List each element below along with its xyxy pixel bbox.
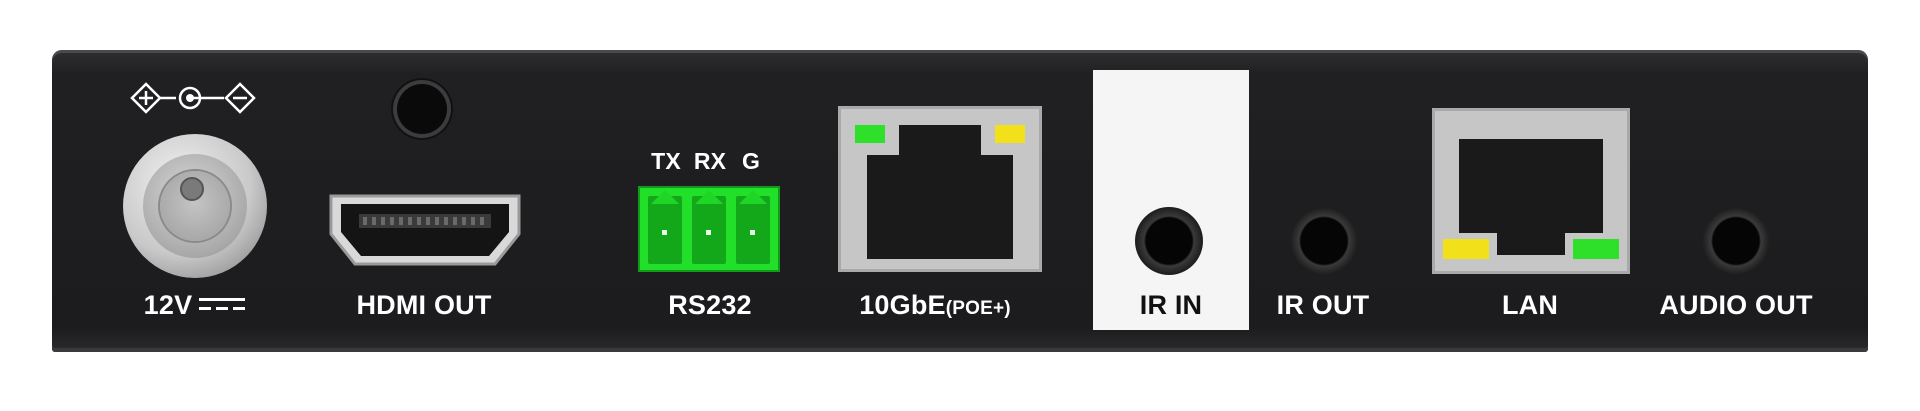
ir-in-label: IR IN (1139, 290, 1203, 320)
terminal-rx[interactable] (692, 190, 726, 264)
ir-out-jack[interactable] (1290, 207, 1358, 275)
tengbe-rj45-port[interactable] (838, 106, 1042, 272)
rs232-pin-tx: TX (651, 148, 681, 174)
terminal-g[interactable] (736, 190, 770, 264)
rs232-pin-rx: RX (693, 148, 727, 174)
audio-out-jack[interactable] (1702, 207, 1770, 275)
lan-rj45-port[interactable] (1432, 108, 1630, 274)
power-label: 12V (143, 290, 193, 320)
tengbe-activity-led (995, 125, 1025, 143)
terminal-tx[interactable] (648, 190, 682, 264)
ir-out-label: IR OUT (1276, 290, 1370, 320)
microphone-hole-icon (397, 84, 447, 134)
center-positive-polarity-icon (130, 82, 256, 114)
hdmi-out-label: HDMI OUT (356, 290, 492, 320)
tengbe-label: 10GbE(POE+) (859, 290, 1011, 320)
dc-current-icon (199, 296, 245, 312)
audio-out-label: AUDIO OUT (1659, 290, 1813, 320)
ir-in-jack[interactable] (1135, 207, 1203, 275)
rs232-pin-g: G (741, 148, 761, 174)
hdmi-port-icon[interactable] (325, 190, 525, 270)
dc-jack-pin (180, 177, 204, 201)
tengbe-link-led (855, 125, 885, 143)
lan-link-led (1443, 239, 1489, 259)
lan-activity-led (1573, 239, 1619, 259)
rs232-label: RS232 (668, 290, 752, 320)
rs232-terminal-block[interactable] (638, 186, 780, 272)
lan-label: LAN (1501, 290, 1559, 320)
